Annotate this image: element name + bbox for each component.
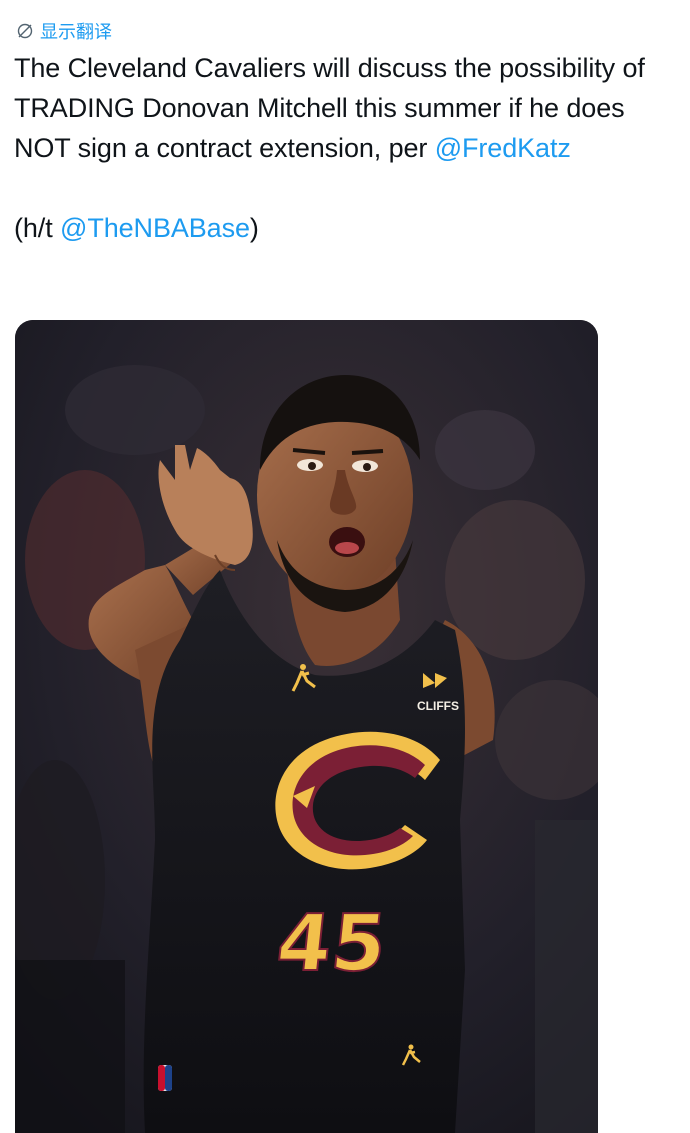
hat-tip-prefix: (h/t (14, 213, 61, 243)
tweet-body: The Cleveland Cavaliers will discuss the… (14, 48, 674, 248)
tweet-paragraph-2: (h/t @TheNBABase) (14, 208, 674, 248)
tweet-media-image[interactable]: CLIFFS 45 (15, 320, 598, 1133)
mention-fredkatz-link[interactable]: @FredKatz (435, 133, 571, 163)
hat-tip-suffix: ) (249, 213, 259, 243)
show-translation-label: 显示翻译 (40, 22, 112, 43)
mention-thenbabase-link[interactable]: @TheNBABase (60, 213, 250, 243)
player-photo: CLIFFS 45 (15, 320, 598, 1133)
show-translation-button[interactable]: 显示翻译 (16, 18, 112, 44)
sponsor-patch: CLIFFS (417, 699, 459, 713)
jersey-number: 45 (273, 898, 391, 989)
tweet-paragraph-1: The Cleveland Cavaliers will discuss the… (14, 48, 674, 168)
nba-logo-icon (158, 1065, 172, 1091)
globe-translate-icon (17, 23, 33, 39)
